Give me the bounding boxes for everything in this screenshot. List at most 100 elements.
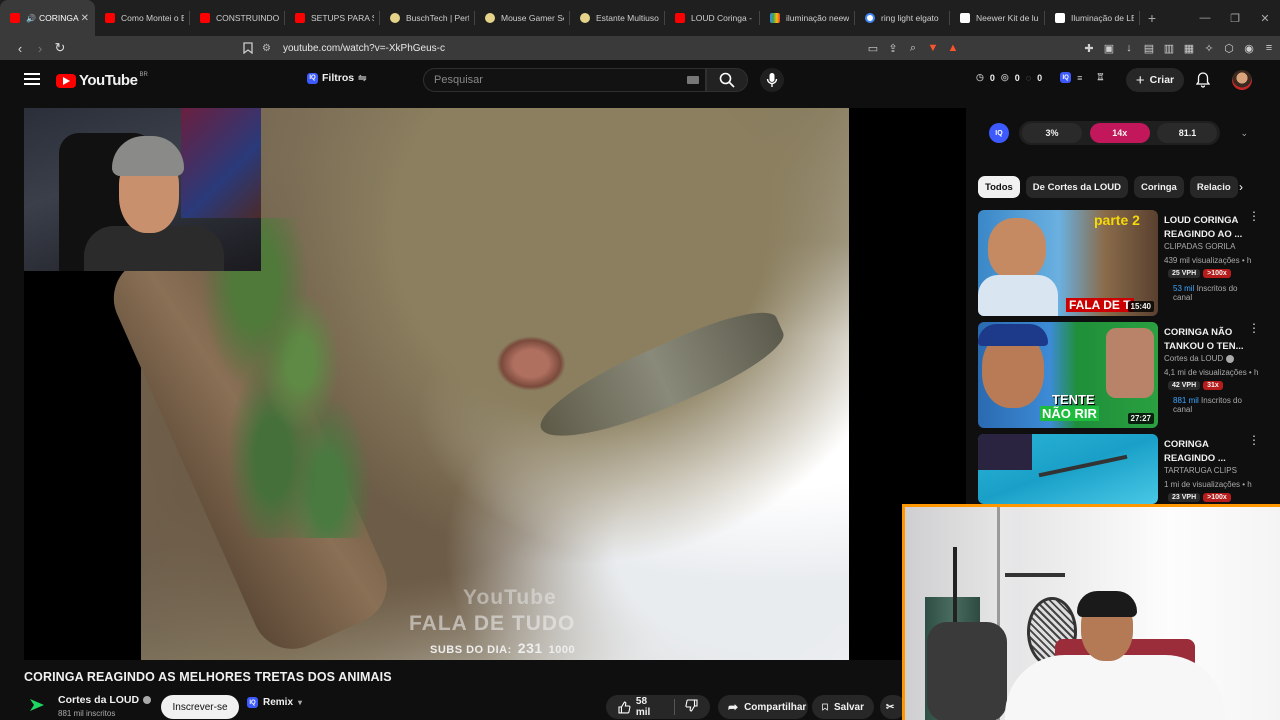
browser-tab[interactable]: BuschTech | Perfi [380,0,475,36]
tab-search-icon[interactable]: ▣ [1102,41,1116,55]
more-options-icon[interactable]: ⋮ [1248,434,1260,446]
sidebar-icon[interactable]: ▥ [1162,41,1176,55]
notifications-button[interactable] [1195,72,1211,93]
forward-icon[interactable]: › [30,41,50,56]
chevron-right-icon[interactable]: › [1234,176,1248,198]
dislike-button[interactable] [685,699,698,715]
trophy-icon[interactable]: ♖ [1096,72,1104,83]
brave-shield-icon[interactable]: ▼ [926,41,940,55]
download-icon[interactable]: ↓ [1122,41,1136,55]
minimize-icon[interactable]: — [1190,12,1220,24]
thumbnail-text: TENTE [1052,392,1095,407]
related-chips: Todos De Cortes da LOUD Coringa Relacio [978,176,1248,198]
chip-all[interactable]: Todos [978,176,1020,198]
thumbs-up-icon [618,701,631,713]
youtube-favicon-icon [10,13,20,23]
share-button[interactable]: ➦ Compartilhar [718,695,808,719]
hamburger-menu-icon[interactable] [24,73,40,85]
voice-search-button[interactable] [760,68,784,92]
video-player[interactable]: YouTube FALA DE TUDO SUBS DO DIA: 231 1000 [24,108,966,660]
video-channel[interactable]: CLIPADAS GORILA [1164,242,1235,251]
channel-subs: 881 mil Inscritos do canal [1173,396,1258,414]
search-input[interactable]: Pesquisar [423,68,706,92]
maximize-icon[interactable]: ❐ [1220,12,1250,25]
save-button[interactable]: Salvar [812,695,874,719]
create-button[interactable]: + Criar [1126,68,1184,92]
video-title[interactable]: CORINGA NÃO TANKOU O TEN... [1164,326,1248,354]
more-options-icon[interactable]: ⋮ [1248,210,1260,222]
leo-icon[interactable]: ✧ [1202,41,1216,55]
browser-tab[interactable]: Estante Multiuso [570,0,665,36]
bookmark-icon[interactable] [241,41,255,55]
chevron-down-icon[interactable]: ⌄ [1240,128,1248,139]
country-code: BR [139,72,148,78]
channel-name[interactable]: Cortes da LOUD [58,694,152,706]
search-button[interactable] [706,68,748,92]
remix-label: Remix [263,697,294,708]
close-window-icon[interactable]: ✕ [1250,12,1280,25]
logo-text: YouTube [79,72,138,89]
iq-stat-pill[interactable]: 14x [1089,123,1150,143]
close-tab-icon[interactable]: ✕ [81,13,89,24]
thumbnail-cap [978,324,1048,346]
browser-tab[interactable]: ring light elgato [855,0,950,36]
chip-related[interactable]: Relacio [1189,176,1238,198]
thumbnail-face [988,218,1046,280]
counter-value: 0 [989,72,995,83]
chip-channel[interactable]: De Cortes da LOUD [1025,176,1128,198]
youtube-logo[interactable]: YouTube BR [56,72,148,89]
vpn-icon[interactable]: ⬡ [1222,41,1236,55]
list-icon[interactable]: ≡ [1077,73,1082,83]
cast-icon[interactable]: ▭ [866,41,880,55]
extension-icon[interactable]: ✚ [1082,41,1096,55]
video-views: 4,1 mi de visualizações • h [1164,368,1258,377]
site-info-icon[interactable]: ⚙ [262,43,271,54]
brave-rewards-icon[interactable]: ▲ [946,41,960,55]
iq-icon[interactable]: IQ [989,123,1009,143]
wallet-icon[interactable]: ▦ [1182,41,1196,55]
channel-logo[interactable] [28,698,46,712]
more-options-icon[interactable]: ⋮ [1248,322,1260,334]
iq-icon[interactable]: IQ [1060,72,1072,83]
user-avatar[interactable] [1232,70,1252,90]
media-icon[interactable]: ▤ [1142,41,1156,55]
share-label: Compartilhar [744,701,807,713]
tab-label: SETUPS PARA SE [311,13,374,23]
new-tab-icon[interactable]: + [1140,10,1164,26]
subscribe-button[interactable]: Inscrever-se [161,695,239,719]
video-title[interactable]: CORINGA REAGINDO ... [1164,438,1248,466]
browser-tab[interactable]: Como Montei o E [95,0,190,36]
browser-tab[interactable]: SETUPS PARA SE [285,0,380,36]
chip-topic[interactable]: Coringa [1133,176,1184,198]
site-favicon-icon [390,13,400,23]
browser-tab-active[interactable]: 🔊 CORINGA ✕ [0,0,95,36]
keyboard-icon[interactable] [687,76,699,84]
like-button[interactable]: 58 mil [618,696,664,718]
related-video-card[interactable]: TENTE NÃO RIR 27:27 CORINGA NÃO TANKOU O… [978,322,1260,428]
profile-icon[interactable]: ◉ [1242,41,1256,55]
back-icon[interactable]: ‹ [10,41,30,56]
url-field[interactable]: ⚙ youtube.com/watch?v=-XkPhGeus-c [262,36,445,60]
browser-tab[interactable]: iluminação neew [760,0,855,36]
filters-button[interactable]: IQ Filtros ⇋ [307,72,366,84]
subs-counter-value: 231 [517,640,543,656]
browser-tab[interactable]: Neewer Kit de lu [950,0,1045,36]
iq-stat-pill[interactable]: 3% [1021,123,1082,143]
video-channel[interactable]: TARTARUGA CLIPS [1164,466,1237,475]
video-thumbnail[interactable]: TENTE NÃO RIR 27:27 [978,322,1158,428]
video-thumbnail[interactable] [978,434,1158,504]
zoom-icon[interactable]: ⌕ [906,41,920,55]
reload-icon[interactable]: ↻ [50,40,70,56]
share-icon[interactable]: ⇪ [886,41,900,55]
related-video-card[interactable]: parte 2 FALA DE T 15:40 LOUD CORINGA REA… [978,210,1260,316]
video-thumbnail[interactable]: parte 2 FALA DE T 15:40 [978,210,1158,316]
menu-icon[interactable]: ≡ [1262,41,1276,55]
iq-stat-pill[interactable]: 81.1 [1157,123,1218,143]
video-channel[interactable]: Cortes da LOUD [1164,354,1235,363]
browser-tab[interactable]: Iluminação de LE [1045,0,1140,36]
video-title[interactable]: LOUD CORINGA REAGINDO AO ... [1164,214,1248,242]
browser-tab[interactable]: LOUD Coringa - Y [665,0,760,36]
remix-button[interactable]: IQ Remix ▾ [247,697,302,708]
browser-tab[interactable]: Mouse Gamer Se [475,0,570,36]
browser-tab[interactable]: CONSTRUINDO U [190,0,285,36]
